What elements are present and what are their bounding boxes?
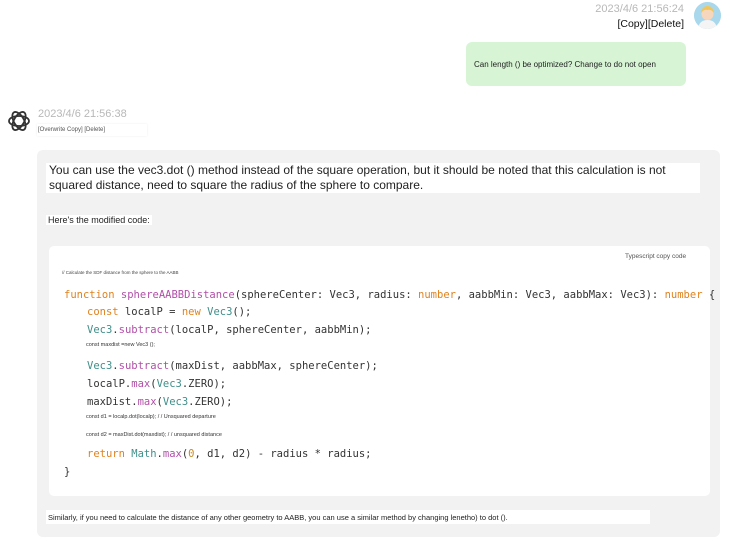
code-line-small: const d2 = maxDist.dot(maxdist); / / uns… — [86, 432, 222, 438]
copy-button[interactable]: [Copy] — [617, 18, 647, 30]
bot-message-actions[interactable]: [Overwrite Copy] [Delete] — [37, 124, 147, 136]
bot-paragraph: You can use the vec3.dot () method inste… — [46, 163, 700, 193]
code-line: localP.max(Vec3.ZERO); — [87, 378, 227, 390]
delete-button[interactable]: [Delete] — [648, 18, 684, 30]
user-message-text: Can length () be optimized? Change to do… — [474, 59, 656, 69]
user-avatar[interactable] — [694, 2, 721, 29]
bot-paragraph: Similarly, if you need to calculate the … — [46, 510, 650, 524]
bot-paragraph: Here's the modified code: — [46, 215, 152, 225]
copy-code-button[interactable]: Typescript copy code — [625, 253, 686, 260]
openai-logo-icon — [6, 108, 32, 134]
code-line: const localP = new Vec3(); — [87, 306, 252, 318]
user-message-actions: [Copy][Delete] — [617, 18, 684, 30]
code-line: return Math.max(0, d1, d2) - radius * ra… — [87, 448, 372, 460]
code-line: function sphereAABBDistance(sphereCenter… — [64, 289, 716, 301]
code-line: Vec3.subtract(localP, sphereCenter, aabb… — [87, 324, 372, 336]
code-line: Vec3.subtract(maxDist, aabbMax, sphereCe… — [87, 360, 378, 372]
user-message-timestamp: 2023/4/6 21:56:24 — [595, 3, 684, 15]
code-line: } — [64, 466, 71, 478]
user-message-bubble: Can length () be optimized? Change to do… — [466, 42, 686, 86]
user-avatar-icon — [694, 2, 721, 29]
code-line: maxDist.max(Vec3.ZERO); — [87, 396, 233, 408]
code-line-small: const d1 = localp.dot(localp); / / Unsqu… — [86, 414, 216, 420]
code-line-small: const maxdist =new Vec3 (); — [86, 342, 155, 348]
bot-message-timestamp: 2023/4/6 21:56:38 — [38, 108, 127, 120]
code-comment: // Calculate the SDF distance from the s… — [62, 270, 179, 275]
